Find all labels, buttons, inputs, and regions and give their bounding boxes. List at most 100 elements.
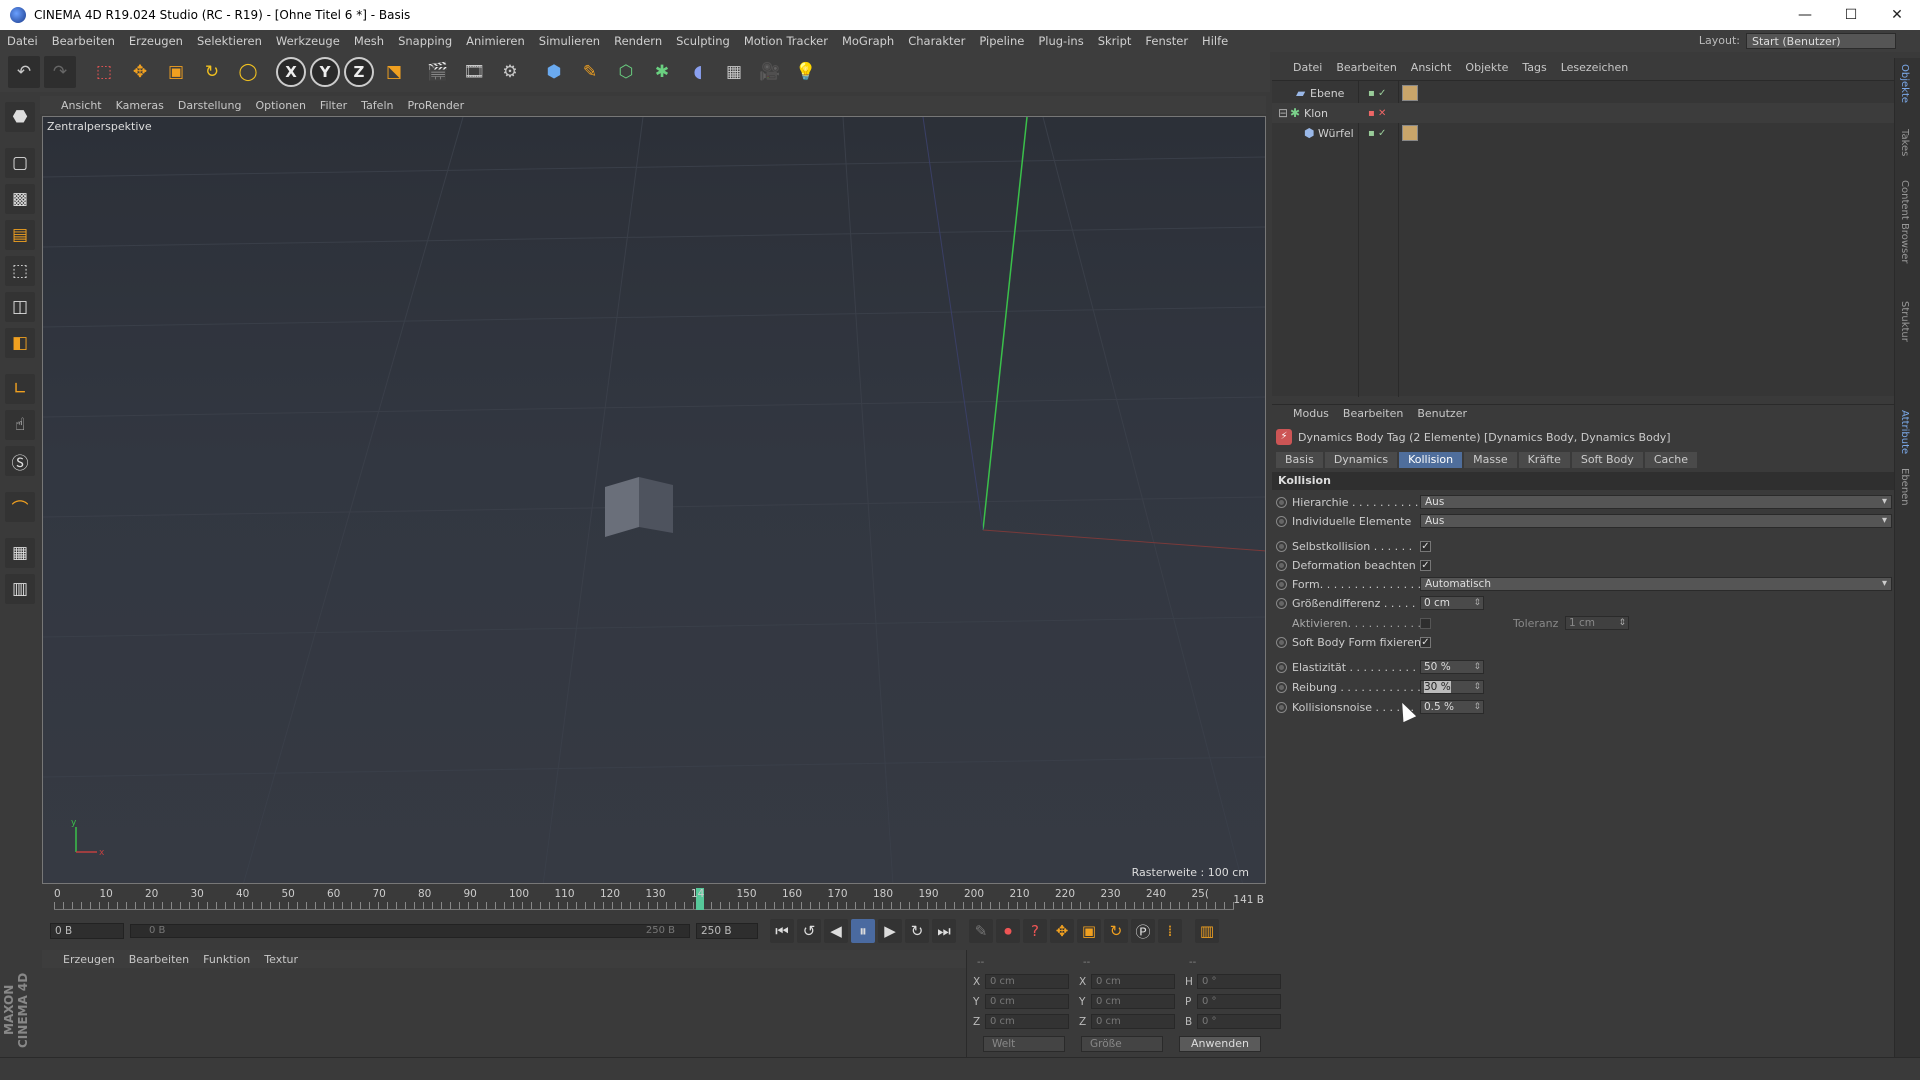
animate-radio-icon[interactable]	[1276, 681, 1287, 693]
animate-radio-icon[interactable]	[1276, 540, 1287, 552]
object-menu-item-0[interactable]: Datei	[1286, 61, 1329, 74]
tab-kräfte[interactable]: Kräfte	[1518, 452, 1570, 468]
dynamics-tag-icon[interactable]	[1402, 125, 1418, 141]
menubar-item-6[interactable]: Snapping	[391, 34, 459, 48]
menubar-item-4[interactable]: Werkzeuge	[269, 34, 347, 48]
tweak-mode-icon[interactable]: ☝	[5, 410, 35, 440]
render-view-icon[interactable]: 🎬	[422, 56, 454, 88]
timeline-window-icon[interactable]: ▥	[1195, 919, 1219, 943]
redo-icon[interactable]: ↷	[44, 56, 76, 88]
polygons-mode-icon[interactable]: ◧	[5, 328, 35, 358]
tab-masse[interactable]: Masse	[1464, 452, 1517, 468]
toleranz-field[interactable]: 1 cm	[1565, 616, 1629, 630]
coordinate-system-icon[interactable]: ⬔	[378, 56, 410, 88]
menubar-item-18[interactable]: Hilfe	[1195, 34, 1235, 48]
rotate-tool-icon[interactable]: ↻	[196, 56, 228, 88]
material-manager-area[interactable]	[42, 968, 966, 1057]
object-row-ebene[interactable]: ▰ Ebene ▪ ✓	[1272, 83, 1894, 103]
animate-radio-icon[interactable]	[1276, 661, 1287, 673]
workplane-lock-icon[interactable]: ▦	[5, 538, 35, 568]
apply-button[interactable]: Anwenden	[1179, 1036, 1261, 1052]
timeline-ruler[interactable]: 141 B 0 10 20 30 40 50 60 70 80 90 100 110 120 130 14 1…	[42, 886, 1266, 914]
tab-cache[interactable]: Cache	[1644, 452, 1698, 468]
render-settings-icon[interactable]: ⚙	[494, 56, 526, 88]
tab-kollision[interactable]: Kollision	[1399, 452, 1463, 468]
points-mode-icon[interactable]: ⬚	[5, 256, 35, 286]
record-key-icon[interactable]: ⏺	[996, 919, 1020, 943]
material-menu-item-3[interactable]: Textur	[257, 953, 305, 966]
camera-icon[interactable]: 🎥	[754, 56, 786, 88]
tab-basis[interactable]: Basis	[1276, 452, 1323, 468]
soft-body-form-checkbox[interactable]: ✓	[1420, 636, 1431, 648]
y-axis-lock-icon[interactable]: Y	[310, 57, 340, 87]
menubar-item-12[interactable]: MoGraph	[835, 34, 901, 48]
side-tab-attribute[interactable]: Attribute	[1899, 410, 1910, 454]
side-tab-content-browser[interactable]: Content Browser	[1899, 180, 1910, 263]
3d-viewport[interactable]: y x Zentralperspektive Rasterweite : 100…	[42, 116, 1266, 884]
deformer-icon[interactable]: ◖	[682, 56, 714, 88]
individuelle-elemente-select[interactable]: Aus	[1420, 514, 1892, 528]
close-button[interactable]: ✕	[1874, 0, 1920, 30]
menubar-item-14[interactable]: Pipeline	[972, 34, 1031, 48]
viewport-menu-item-3[interactable]: Optionen	[248, 99, 312, 112]
attribute-menu-item-1[interactable]: Bearbeiten	[1336, 407, 1410, 420]
selbstkollision-checkbox[interactable]: ✓	[1420, 540, 1431, 552]
side-tab-ebenen[interactable]: Ebenen	[1899, 468, 1910, 506]
pause-icon[interactable]: ⏸	[851, 919, 875, 943]
coord-field[interactable]: 0 °	[1197, 994, 1281, 1009]
key-rotation-icon[interactable]: ↻	[1104, 919, 1128, 943]
menubar-item-17[interactable]: Fenster	[1138, 34, 1195, 48]
make-editable-icon[interactable]: ⬣	[5, 102, 35, 132]
viewport-menu-item-6[interactable]: ProRender	[400, 99, 471, 112]
object-menu-item-2[interactable]: Ansicht	[1404, 61, 1459, 74]
visibility-flags-icon[interactable]: ▪ ✓	[1368, 88, 1386, 99]
undo-icon[interactable]: ↶	[8, 56, 40, 88]
animate-radio-icon[interactable]	[1276, 701, 1287, 713]
animate-radio-icon[interactable]	[1276, 496, 1287, 508]
object-row-wuerfel[interactable]: ⬢ Würfel ▪ ✓	[1272, 123, 1894, 143]
dynamics-tag-icon[interactable]	[1402, 85, 1418, 101]
menubar-item-15[interactable]: Plug-ins	[1031, 34, 1090, 48]
viewport-menu-item-5[interactable]: Tafeln	[354, 99, 400, 112]
preview-range-slider[interactable]: 0 B 250 B	[130, 924, 690, 938]
kollisionsnoise-field[interactable]: 0.5 %	[1420, 700, 1484, 714]
coord-field[interactable]: 0 °	[1197, 1014, 1281, 1029]
visibility-flags-icon[interactable]: ▪ ✕	[1368, 108, 1386, 119]
select-tool-icon[interactable]: ⬚	[88, 56, 120, 88]
key-scale-icon[interactable]: ▣	[1077, 919, 1101, 943]
coord-field[interactable]: 0 cm	[985, 1014, 1069, 1029]
deformation-checkbox[interactable]: ✓	[1420, 559, 1431, 571]
coord-field[interactable]: 0 cm	[1091, 974, 1175, 989]
z-axis-lock-icon[interactable]: Z	[344, 57, 374, 87]
workplane-align-icon[interactable]: ▥	[5, 574, 35, 604]
coord-mode-select[interactable]: Welt	[983, 1036, 1065, 1052]
menubar-item-5[interactable]: Mesh	[347, 34, 391, 48]
step-back-icon[interactable]: ◀	[824, 919, 848, 943]
light-icon[interactable]: 💡	[790, 56, 822, 88]
elastizitaet-field[interactable]: 50 %	[1420, 660, 1484, 674]
hierarchie-select[interactable]: Aus	[1420, 495, 1892, 509]
object-menu-item-5[interactable]: Lesezeichen	[1554, 61, 1636, 74]
key-pla-icon[interactable]: ⁞	[1158, 919, 1182, 943]
menubar-item-16[interactable]: Skript	[1091, 34, 1139, 48]
visibility-flags-icon[interactable]: ▪ ✓	[1368, 128, 1386, 139]
attribute-menu-item-2[interactable]: Benutzer	[1410, 407, 1474, 420]
menubar-item-13[interactable]: Charakter	[901, 34, 972, 48]
goto-next-key-icon[interactable]: ↻	[905, 919, 929, 943]
menubar-item-0[interactable]: Datei	[0, 34, 45, 48]
object-menu-item-1[interactable]: Bearbeiten	[1329, 61, 1403, 74]
coord-field[interactable]: 0 cm	[985, 994, 1069, 1009]
animate-radio-icon[interactable]	[1276, 559, 1287, 571]
goto-prev-key-icon[interactable]: ↺	[797, 919, 821, 943]
key-position-icon[interactable]: ✥	[1050, 919, 1074, 943]
key-parameter-icon[interactable]: Ⓟ	[1131, 919, 1155, 943]
minimize-button[interactable]: —	[1782, 0, 1828, 30]
step-forward-icon[interactable]: ▶	[878, 919, 902, 943]
reibung-field[interactable]: 30 %	[1420, 680, 1484, 694]
keyframe-selection-icon[interactable]: ✎	[969, 919, 993, 943]
object-menu-item-3[interactable]: Objekte	[1458, 61, 1515, 74]
form-select[interactable]: Automatisch	[1420, 577, 1892, 591]
menubar-item-7[interactable]: Animieren	[459, 34, 532, 48]
tab-soft-body[interactable]: Soft Body	[1571, 452, 1643, 468]
pen-spline-icon[interactable]: ✎	[574, 56, 606, 88]
